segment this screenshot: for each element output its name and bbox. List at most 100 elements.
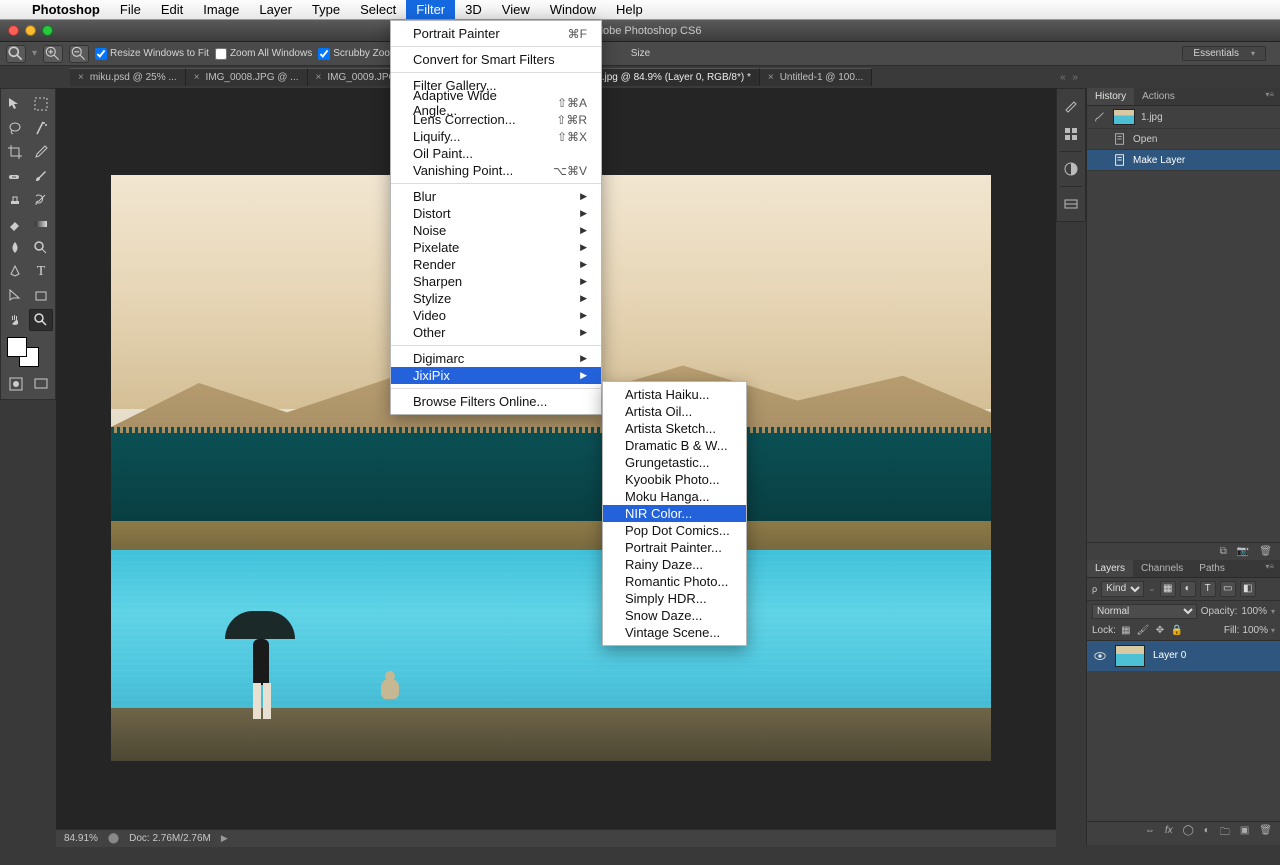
menu-image[interactable]: Image xyxy=(193,0,249,19)
swatches-panel-icon[interactable] xyxy=(1060,123,1082,145)
submenu-render[interactable]: Render▶ xyxy=(391,256,601,273)
lock-pixels-icon[interactable]: 🖌 xyxy=(1136,624,1150,638)
trash-icon[interactable]: 🗑 xyxy=(1259,825,1272,842)
channels-tab[interactable]: Channels xyxy=(1133,560,1191,577)
submenu-digimarc[interactable]: Digimarc▶ xyxy=(391,350,601,367)
menu-item-last-filter[interactable]: Portrait Painter⌘F xyxy=(391,25,601,42)
scroll-left-icon[interactable]: ⬤ xyxy=(108,833,119,844)
status-menu-arrow[interactable]: ▶ xyxy=(221,833,228,844)
adjustments-panel-icon[interactable] xyxy=(1060,158,1082,180)
type-tool[interactable]: T xyxy=(29,261,53,283)
rectangle-tool[interactable] xyxy=(29,285,53,307)
menu-select[interactable]: Select xyxy=(350,0,406,19)
color-panel-icon[interactable] xyxy=(1060,95,1082,117)
smart-filter-icon[interactable]: ◧ xyxy=(1240,581,1256,597)
adjustment-filter-icon[interactable]: ◐ xyxy=(1180,581,1196,597)
lock-transparent-icon[interactable]: ▦ xyxy=(1119,624,1133,638)
link-layers-icon[interactable]: ⇔ xyxy=(1145,825,1155,842)
menu-item-jixipix[interactable]: Rainy Daze... xyxy=(603,556,746,573)
scrubby-zoom-checkbox[interactable]: Scrubby Zoom xyxy=(318,48,398,60)
menu-item[interactable]: Oil Paint... xyxy=(391,145,601,162)
document-tab[interactable]: ×miku.psd @ 25% ... xyxy=(70,68,186,86)
menu-item-jixipix[interactable]: Kyoobik Photo... xyxy=(603,471,746,488)
history-tab[interactable]: History xyxy=(1087,88,1134,105)
menu-3d[interactable]: 3D xyxy=(455,0,492,19)
workspace-switcher[interactable]: Essentials▾ xyxy=(1182,46,1266,61)
submenu-distort[interactable]: Distort▶ xyxy=(391,205,601,222)
new-layer-icon[interactable]: ▣ xyxy=(1240,825,1249,842)
zoom-out-button[interactable] xyxy=(69,45,89,63)
layer-row[interactable]: Layer 0 xyxy=(1087,641,1280,671)
menu-edit[interactable]: Edit xyxy=(151,0,193,19)
menu-item-jixipix[interactable]: Artista Oil... xyxy=(603,403,746,420)
zoom-in-button[interactable] xyxy=(43,45,63,63)
styles-panel-icon[interactable] xyxy=(1060,193,1082,215)
trash-icon[interactable]: 🗑 xyxy=(1259,546,1272,557)
fill-value[interactable]: 100% xyxy=(1242,625,1268,636)
close-icon[interactable]: × xyxy=(316,72,322,83)
tab-overflow-arrows[interactable]: « » xyxy=(1060,72,1080,83)
submenu-other[interactable]: Other▶ xyxy=(391,324,601,341)
submenu-blur[interactable]: Blur▶ xyxy=(391,188,601,205)
magic-wand-tool[interactable] xyxy=(29,117,53,139)
zoom-all-windows-checkbox[interactable]: Zoom All Windows xyxy=(215,48,312,60)
layer-mask-icon[interactable]: ◯ xyxy=(1183,825,1194,842)
eyedropper-tool[interactable] xyxy=(29,141,53,163)
pen-tool[interactable] xyxy=(3,261,27,283)
menu-item-jixipix[interactable]: Dramatic B & W... xyxy=(603,437,746,454)
dodge-tool[interactable] xyxy=(29,237,53,259)
submenu-pixelate[interactable]: Pixelate▶ xyxy=(391,239,601,256)
color-swatches[interactable] xyxy=(3,335,53,369)
eraser-tool[interactable] xyxy=(3,213,27,235)
layer-name[interactable]: Layer 0 xyxy=(1153,650,1186,661)
close-icon[interactable]: × xyxy=(768,72,774,83)
quick-mask-toggle[interactable] xyxy=(4,373,28,395)
menu-item[interactable]: Adaptive Wide Angle...⇧⌘A xyxy=(391,94,601,111)
camera-icon[interactable]: 📷 xyxy=(1237,546,1249,557)
submenu-sharpen[interactable]: Sharpen▶ xyxy=(391,273,601,290)
document-tab[interactable]: ×Untitled-1 @ 100... xyxy=(760,68,872,86)
layer-filter-kind[interactable]: Kind xyxy=(1101,581,1144,597)
screen-mode-toggle[interactable] xyxy=(29,373,53,395)
history-snapshot[interactable]: 1.jpg xyxy=(1087,106,1280,129)
group-icon[interactable]: 🗀 xyxy=(1220,825,1230,842)
pixel-filter-icon[interactable]: ▦ xyxy=(1160,581,1176,597)
menu-item-jixipix[interactable]: Pop Dot Comics... xyxy=(603,522,746,539)
menu-file[interactable]: File xyxy=(110,0,151,19)
history-state[interactable]: Open xyxy=(1087,129,1280,150)
healing-brush-tool[interactable] xyxy=(3,165,27,187)
history-brush-tool[interactable] xyxy=(29,189,53,211)
hand-tool[interactable] xyxy=(3,309,27,331)
menu-item[interactable]: Lens Correction...⇧⌘R xyxy=(391,111,601,128)
app-menu[interactable]: Photoshop xyxy=(22,0,110,19)
menu-window[interactable]: Window xyxy=(540,0,606,19)
submenu-video[interactable]: Video▶ xyxy=(391,307,601,324)
document-tab[interactable]: ×1.jpg @ 84.9% (Layer 0, RGB/8*) * xyxy=(576,68,760,86)
crop-tool[interactable] xyxy=(3,141,27,163)
doc-size[interactable]: Doc: 2.76M/2.76M xyxy=(129,833,211,844)
clone-stamp-tool[interactable] xyxy=(3,189,27,211)
layer-style-icon[interactable]: fx xyxy=(1165,825,1173,842)
zoom-level[interactable]: 84.91% xyxy=(64,833,98,844)
actions-tab[interactable]: Actions xyxy=(1134,88,1183,105)
menu-filter[interactable]: Filter xyxy=(406,0,455,19)
brush-tool[interactable] xyxy=(29,165,53,187)
panel-menu-icon[interactable]: ▾≡ xyxy=(1259,88,1280,105)
menu-item-jixipix[interactable]: Snow Daze... xyxy=(603,607,746,624)
menu-item-jixipix[interactable]: NIR Color... xyxy=(603,505,746,522)
menu-help[interactable]: Help xyxy=(606,0,653,19)
menu-item-jixipix[interactable]: Artista Haiku... xyxy=(603,386,746,403)
move-tool[interactable] xyxy=(3,93,27,115)
menu-layer[interactable]: Layer xyxy=(249,0,302,19)
menu-item-jixipix[interactable]: Moku Hanga... xyxy=(603,488,746,505)
menu-item-jixipix[interactable]: Grungetastic... xyxy=(603,454,746,471)
lock-position-icon[interactable]: ✥ xyxy=(1153,624,1167,638)
menu-item-jixipix[interactable]: Vintage Scene... xyxy=(603,624,746,641)
history-state[interactable]: Make Layer xyxy=(1087,150,1280,171)
submenu-jixipix[interactable]: JixiPix▶ xyxy=(391,367,601,384)
menu-item-convert-smart[interactable]: Convert for Smart Filters xyxy=(391,51,601,68)
menu-item-jixipix[interactable]: Portrait Painter... xyxy=(603,539,746,556)
visibility-icon[interactable] xyxy=(1093,649,1107,663)
new-snapshot-icon[interactable]: ⧉ xyxy=(1220,546,1227,557)
lasso-tool[interactable] xyxy=(3,117,27,139)
